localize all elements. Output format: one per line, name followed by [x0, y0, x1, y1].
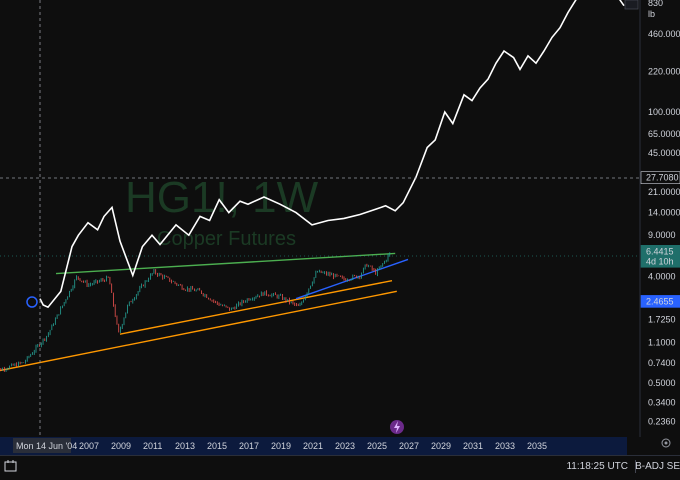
adjustment-toggle[interactable]: B-ADJ: [635, 461, 664, 472]
time-tick-label: 2027: [399, 441, 419, 451]
utc-clock[interactable]: 11:18:25 UTC: [566, 461, 628, 472]
watermark-name: Copper Futures: [157, 228, 296, 250]
time-tick-label: 2033: [495, 441, 515, 451]
session-toggle[interactable]: SE: [667, 461, 680, 472]
price-tick-label: 220.0000: [648, 67, 680, 77]
price-tick-label: 1.1000: [648, 338, 676, 348]
time-tick-label: 2021: [303, 441, 323, 451]
time-tick-label: 2035: [527, 441, 547, 451]
time-tick-label: 2011: [143, 441, 162, 451]
time-tick-label: 2017: [239, 441, 259, 451]
price-tick-label: 45.0000: [648, 148, 680, 158]
time-cursor-label: Mon 14 Jun '04: [16, 441, 77, 451]
price-tick-label: 460.0000: [648, 29, 680, 39]
price-tick-label: 0.3400: [648, 398, 676, 408]
time-tick-label: 2029: [431, 441, 451, 451]
price-tick-label: 100.0000: [648, 107, 680, 117]
price-label-value: 6.4415: [646, 246, 674, 256]
chart-area[interactable]: HG1!, 1W Copper Futures 830 lb 460.0000 2…: [0, 0, 680, 455]
price-tick-label: 0.2360: [648, 416, 676, 426]
price-tick-label: 0.5000: [648, 378, 676, 388]
watermark-symbol: HG1!, 1W: [125, 173, 319, 222]
time-tick-label: 2009: [111, 441, 131, 451]
price-tick-label: 0.7400: [648, 358, 676, 368]
price-tick-label: 21.0000: [648, 187, 680, 197]
price-label-countdown: 4d 10h: [646, 256, 674, 266]
price-tick-label: 4.0000: [648, 272, 676, 282]
plot-background: [0, 0, 640, 437]
status-bar: 11:18:25 UTC B-ADJ SE: [0, 455, 680, 480]
time-tick-label: 2007: [79, 441, 99, 451]
price-tick-label: 65.0000: [648, 129, 680, 139]
price-tick-label: 14.0000: [648, 208, 680, 218]
time-tick-label: 2025: [367, 441, 387, 451]
price-axis-unit: lb: [648, 9, 655, 19]
time-tick-label: 2019: [271, 441, 291, 451]
price-axis-top-label: 830: [648, 0, 663, 8]
time-tick-label: 2013: [175, 441, 195, 451]
price-label-value: 2.4655: [646, 296, 674, 306]
price-tick-label: 9.0000: [648, 230, 676, 240]
time-tick-label: 2031: [463, 441, 483, 451]
price-tick-label: 1.7250: [648, 315, 676, 325]
price-label-value: 27.7080: [646, 173, 679, 183]
scale-toggle[interactable]: [624, 0, 639, 10]
time-tick-label: 2023: [335, 441, 355, 451]
date-range-icon[interactable]: [3, 458, 19, 474]
time-tick-label: 2015: [207, 441, 227, 451]
